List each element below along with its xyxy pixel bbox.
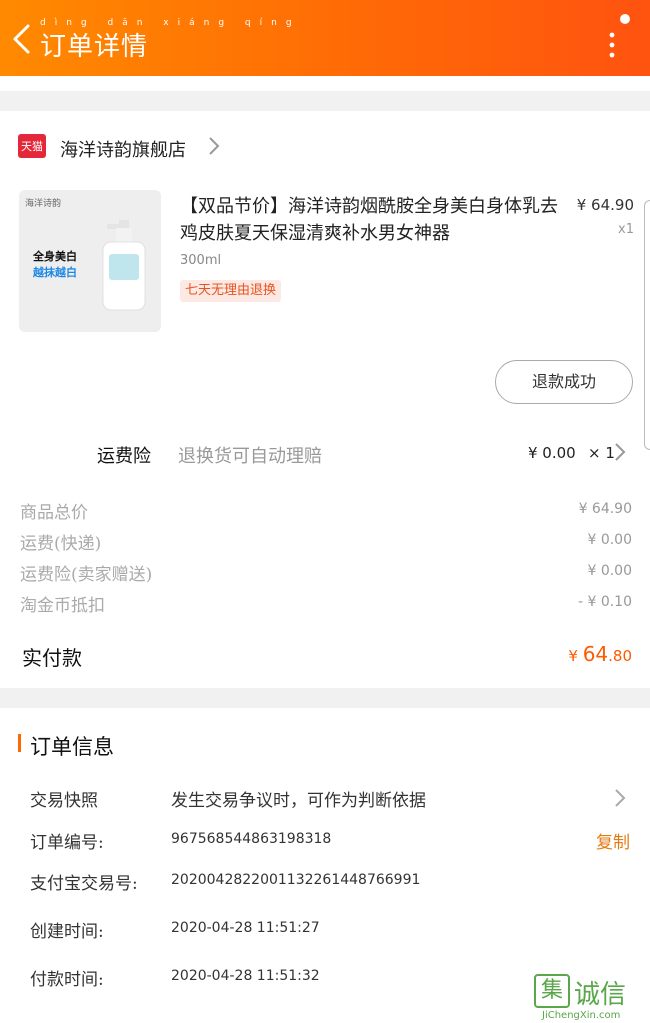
watermark-url: JiChengXin.com	[542, 1010, 621, 1021]
created-time: 2020-04-28 11:51:27	[171, 920, 320, 936]
copy-button[interactable]: 复制	[596, 828, 630, 853]
shipping-insurance-price: ¥ 0.00	[528, 444, 576, 462]
watermark-text: 诚信	[574, 980, 627, 1010]
shop-row[interactable]: 天猫 海洋诗韵旗舰店	[0, 126, 650, 170]
paid-amount-label: 实付款	[22, 646, 82, 670]
cost-value: ¥ 64.90	[578, 501, 632, 517]
chevron-right-icon[interactable]	[206, 134, 222, 158]
cost-value: ¥ 0.00	[587, 563, 632, 579]
shipping-insurance-qty: × 1	[588, 444, 615, 462]
top-bar: dìng dān xiáng qíng 订单详情	[0, 0, 650, 76]
product-title[interactable]: 【双品节价】海洋诗韵烟酰胺全身美白身体乳去鸡皮肤夏天保湿清爽补水男女神器	[180, 193, 560, 247]
shipping-insurance-label: 运费险	[97, 446, 151, 467]
chevron-right-icon[interactable]	[612, 786, 628, 810]
chevron-right-icon[interactable]	[612, 440, 628, 464]
paid-currency: ¥	[568, 647, 583, 665]
cost-value: - ¥ 0.10	[577, 594, 632, 610]
product-image-caption: 越抹越白	[33, 266, 77, 279]
paid-integer: 64	[582, 642, 609, 666]
shipping-insurance-desc: 退换货可自动理赔	[178, 446, 322, 467]
back-arrow-icon[interactable]	[10, 22, 34, 56]
cost-label: 商品总价	[20, 503, 88, 523]
order-info-title: 订单信息	[30, 735, 114, 759]
side-scroll-handle[interactable]	[644, 200, 650, 450]
payment-time: 2020-04-28 11:51:32	[171, 968, 320, 984]
section-divider	[0, 688, 650, 708]
more-menu-icon[interactable]	[605, 12, 633, 58]
section-divider	[0, 91, 650, 111]
created-time-label: 创建时间:	[30, 922, 104, 942]
cost-label: 淘金币抵扣	[20, 596, 105, 616]
alipay-number-label: 支付宝交易号:	[30, 874, 138, 894]
paid-decimal: .80	[608, 647, 632, 665]
order-number: 967568544863198318	[171, 831, 332, 847]
product-quantity: x1	[618, 222, 634, 237]
paid-amount: ¥ 64.80	[568, 642, 632, 666]
site-watermark: 集 诚信 JiChengXin.com	[534, 972, 650, 1023]
snapshot-label[interactable]: 交易快照	[30, 786, 98, 811]
snapshot-value[interactable]: 发生交易争议时，可作为判断依据	[171, 786, 426, 811]
cost-label: 运费险(卖家赠送)	[20, 565, 153, 585]
return-policy-tag: 七天无理由退换	[180, 280, 282, 302]
alipay-number: 2020042822001132261448766991	[171, 872, 421, 888]
product-image[interactable]: 海洋诗韵 全身美白 越抹越白	[19, 190, 161, 332]
tmall-badge: 天猫	[18, 134, 46, 158]
shop-name[interactable]: 海洋诗韵旗舰店	[60, 136, 186, 162]
bottle-icon	[102, 220, 146, 311]
refund-status-button[interactable]: 退款成功	[495, 360, 633, 404]
payment-time-label: 付款时间:	[30, 970, 104, 990]
page-title: 订单详情	[40, 32, 149, 62]
product-image-caption: 全身美白	[33, 250, 77, 263]
watermark-logo: 集	[534, 974, 570, 1008]
product-image-brand: 海洋诗韵	[25, 199, 62, 209]
product-spec: 300ml	[180, 253, 222, 268]
cost-value: ¥ 0.00	[587, 532, 632, 548]
order-number-label: 订单编号:	[30, 833, 104, 853]
section-accent-bar	[18, 734, 21, 752]
cost-label: 运费(快递)	[20, 534, 102, 554]
product-price: ¥ 64.90	[576, 196, 634, 214]
